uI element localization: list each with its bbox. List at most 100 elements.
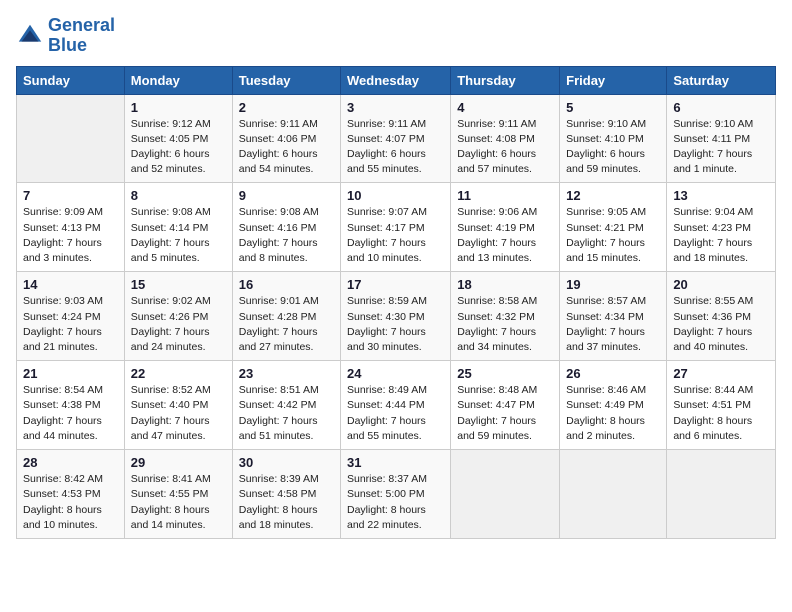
day-info: Sunrise: 9:11 AMSunset: 4:06 PMDaylight:… xyxy=(239,117,334,178)
day-number: 12 xyxy=(566,188,660,203)
calendar-cell xyxy=(17,94,125,183)
day-info: Sunrise: 8:39 AMSunset: 4:58 PMDaylight:… xyxy=(239,472,334,533)
day-info: Sunrise: 9:07 AMSunset: 4:17 PMDaylight:… xyxy=(347,205,444,266)
calendar-cell: 24 Sunrise: 8:49 AMSunset: 4:44 PMDayligh… xyxy=(341,361,451,450)
calendar-week-row: 14 Sunrise: 9:03 AMSunset: 4:24 PMDayligh… xyxy=(17,272,776,361)
day-info: Sunrise: 9:02 AMSunset: 4:26 PMDaylight:… xyxy=(131,294,226,355)
calendar-cell: 2 Sunrise: 9:11 AMSunset: 4:06 PMDaylight… xyxy=(232,94,340,183)
calendar-cell: 9Sunrise: 9:08 AMSunset: 4:16 PMDaylight… xyxy=(232,183,340,272)
day-info: Sunrise: 9:03 AMSunset: 4:24 PMDaylight:… xyxy=(23,294,118,355)
weekday-header-cell: Friday xyxy=(560,66,667,94)
day-number: 20 xyxy=(673,277,769,292)
calendar-body: 1 Sunrise: 9:12 AMSunset: 4:05 PMDaylight… xyxy=(17,94,776,538)
calendar-cell: 19 Sunrise: 8:57 AMSunset: 4:34 PMDayligh… xyxy=(560,272,667,361)
logo-text: General Blue xyxy=(48,16,115,56)
weekday-header-row: SundayMondayTuesdayWednesdayThursdayFrid… xyxy=(17,66,776,94)
day-number: 24 xyxy=(347,366,444,381)
day-number: 14 xyxy=(23,277,118,292)
calendar-cell: 20 Sunrise: 8:55 AMSunset: 4:36 PMDayligh… xyxy=(667,272,776,361)
calendar-table: SundayMondayTuesdayWednesdayThursdayFrid… xyxy=(16,66,776,539)
calendar-cell: 1 Sunrise: 9:12 AMSunset: 4:05 PMDaylight… xyxy=(124,94,232,183)
day-info: Sunrise: 9:11 AMSunset: 4:07 PMDaylight:… xyxy=(347,117,444,178)
page-header: General Blue xyxy=(16,16,776,56)
day-info: Sunrise: 9:12 AMSunset: 4:05 PMDaylight:… xyxy=(131,117,226,178)
day-info: Sunrise: 9:10 AMSunset: 4:10 PMDaylight:… xyxy=(566,117,660,178)
day-number: 1 xyxy=(131,100,226,115)
calendar-cell: 28Sunrise: 8:42 AMSunset: 4:53 PMDayligh… xyxy=(17,450,125,539)
calendar-cell: 17 Sunrise: 8:59 AMSunset: 4:30 PMDayligh… xyxy=(341,272,451,361)
weekday-header-cell: Tuesday xyxy=(232,66,340,94)
day-info: Sunrise: 8:57 AMSunset: 4:34 PMDaylight:… xyxy=(566,294,660,355)
calendar-cell: 8 Sunrise: 9:08 AMSunset: 4:14 PMDaylight… xyxy=(124,183,232,272)
calendar-cell: 12Sunrise: 9:05 AMSunset: 4:21 PMDayligh… xyxy=(560,183,667,272)
calendar-cell xyxy=(667,450,776,539)
day-info: Sunrise: 8:48 AMSunset: 4:47 PMDaylight:… xyxy=(457,383,553,444)
day-info: Sunrise: 8:54 AMSunset: 4:38 PMDaylight:… xyxy=(23,383,118,444)
day-number: 25 xyxy=(457,366,553,381)
day-number: 11 xyxy=(457,188,553,203)
calendar-cell xyxy=(451,450,560,539)
weekday-header-cell: Saturday xyxy=(667,66,776,94)
calendar-cell: 27 Sunrise: 8:44 AMSunset: 4:51 PMDayligh… xyxy=(667,361,776,450)
day-info: Sunrise: 9:11 AMSunset: 4:08 PMDaylight:… xyxy=(457,117,553,178)
day-info: Sunrise: 8:49 AMSunset: 4:44 PMDaylight:… xyxy=(347,383,444,444)
day-info: Sunrise: 8:37 AMSunset: 5:00 PMDaylight:… xyxy=(347,472,444,533)
calendar-cell: 23Sunrise: 8:51 AMSunset: 4:42 PMDayligh… xyxy=(232,361,340,450)
calendar-week-row: 21 Sunrise: 8:54 AMSunset: 4:38 PMDayligh… xyxy=(17,361,776,450)
calendar-cell xyxy=(560,450,667,539)
day-number: 28 xyxy=(23,455,118,470)
day-number: 26 xyxy=(566,366,660,381)
day-info: Sunrise: 9:08 AMSunset: 4:16 PMDaylight:… xyxy=(239,205,334,266)
calendar-week-row: 1 Sunrise: 9:12 AMSunset: 4:05 PMDaylight… xyxy=(17,94,776,183)
calendar-cell: 14 Sunrise: 9:03 AMSunset: 4:24 PMDayligh… xyxy=(17,272,125,361)
day-number: 16 xyxy=(239,277,334,292)
day-info: Sunrise: 8:51 AMSunset: 4:42 PMDaylight:… xyxy=(239,383,334,444)
day-info: Sunrise: 8:41 AMSunset: 4:55 PMDaylight:… xyxy=(131,472,226,533)
calendar-cell: 25 Sunrise: 8:48 AMSunset: 4:47 PMDayligh… xyxy=(451,361,560,450)
day-info: Sunrise: 9:10 AMSunset: 4:11 PMDaylight:… xyxy=(673,117,769,178)
day-info: Sunrise: 8:44 AMSunset: 4:51 PMDaylight:… xyxy=(673,383,769,444)
day-number: 30 xyxy=(239,455,334,470)
day-number: 5 xyxy=(566,100,660,115)
calendar-cell: 31 Sunrise: 8:37 AMSunset: 5:00 PMDayligh… xyxy=(341,450,451,539)
day-number: 27 xyxy=(673,366,769,381)
day-number: 2 xyxy=(239,100,334,115)
calendar-cell: 18 Sunrise: 8:58 AMSunset: 4:32 PMDayligh… xyxy=(451,272,560,361)
calendar-cell: 11 Sunrise: 9:06 AMSunset: 4:19 PMDayligh… xyxy=(451,183,560,272)
day-number: 18 xyxy=(457,277,553,292)
day-number: 31 xyxy=(347,455,444,470)
day-number: 21 xyxy=(23,366,118,381)
calendar-cell: 13Sunrise: 9:04 AMSunset: 4:23 PMDayligh… xyxy=(667,183,776,272)
calendar-week-row: 28Sunrise: 8:42 AMSunset: 4:53 PMDayligh… xyxy=(17,450,776,539)
day-info: Sunrise: 9:08 AMSunset: 4:14 PMDaylight:… xyxy=(131,205,226,266)
day-number: 19 xyxy=(566,277,660,292)
day-number: 8 xyxy=(131,188,226,203)
day-number: 29 xyxy=(131,455,226,470)
calendar-cell: 7Sunrise: 9:09 AMSunset: 4:13 PMDaylight… xyxy=(17,183,125,272)
day-number: 22 xyxy=(131,366,226,381)
day-info: Sunrise: 8:59 AMSunset: 4:30 PMDaylight:… xyxy=(347,294,444,355)
weekday-header-cell: Wednesday xyxy=(341,66,451,94)
calendar-cell: 3Sunrise: 9:11 AMSunset: 4:07 PMDaylight… xyxy=(341,94,451,183)
calendar-cell: 5 Sunrise: 9:10 AMSunset: 4:10 PMDaylight… xyxy=(560,94,667,183)
day-info: Sunrise: 9:04 AMSunset: 4:23 PMDaylight:… xyxy=(673,205,769,266)
day-number: 15 xyxy=(131,277,226,292)
calendar-cell: 15 Sunrise: 9:02 AMSunset: 4:26 PMDayligh… xyxy=(124,272,232,361)
weekday-header-cell: Monday xyxy=(124,66,232,94)
weekday-header-cell: Sunday xyxy=(17,66,125,94)
day-number: 6 xyxy=(673,100,769,115)
calendar-week-row: 7Sunrise: 9:09 AMSunset: 4:13 PMDaylight… xyxy=(17,183,776,272)
day-info: Sunrise: 8:46 AMSunset: 4:49 PMDaylight:… xyxy=(566,383,660,444)
calendar-cell: 6 Sunrise: 9:10 AMSunset: 4:11 PMDaylight… xyxy=(667,94,776,183)
day-info: Sunrise: 8:55 AMSunset: 4:36 PMDaylight:… xyxy=(673,294,769,355)
day-info: Sunrise: 8:58 AMSunset: 4:32 PMDaylight:… xyxy=(457,294,553,355)
calendar-cell: 4Sunrise: 9:11 AMSunset: 4:08 PMDaylight… xyxy=(451,94,560,183)
calendar-cell: 21 Sunrise: 8:54 AMSunset: 4:38 PMDayligh… xyxy=(17,361,125,450)
logo-icon xyxy=(16,22,44,50)
calendar-cell: 30 Sunrise: 8:39 AMSunset: 4:58 PMDayligh… xyxy=(232,450,340,539)
day-info: Sunrise: 9:01 AMSunset: 4:28 PMDaylight:… xyxy=(239,294,334,355)
day-number: 17 xyxy=(347,277,444,292)
calendar-cell: 29 Sunrise: 8:41 AMSunset: 4:55 PMDayligh… xyxy=(124,450,232,539)
calendar-cell: 10Sunrise: 9:07 AMSunset: 4:17 PMDayligh… xyxy=(341,183,451,272)
day-info: Sunrise: 9:06 AMSunset: 4:19 PMDaylight:… xyxy=(457,205,553,266)
